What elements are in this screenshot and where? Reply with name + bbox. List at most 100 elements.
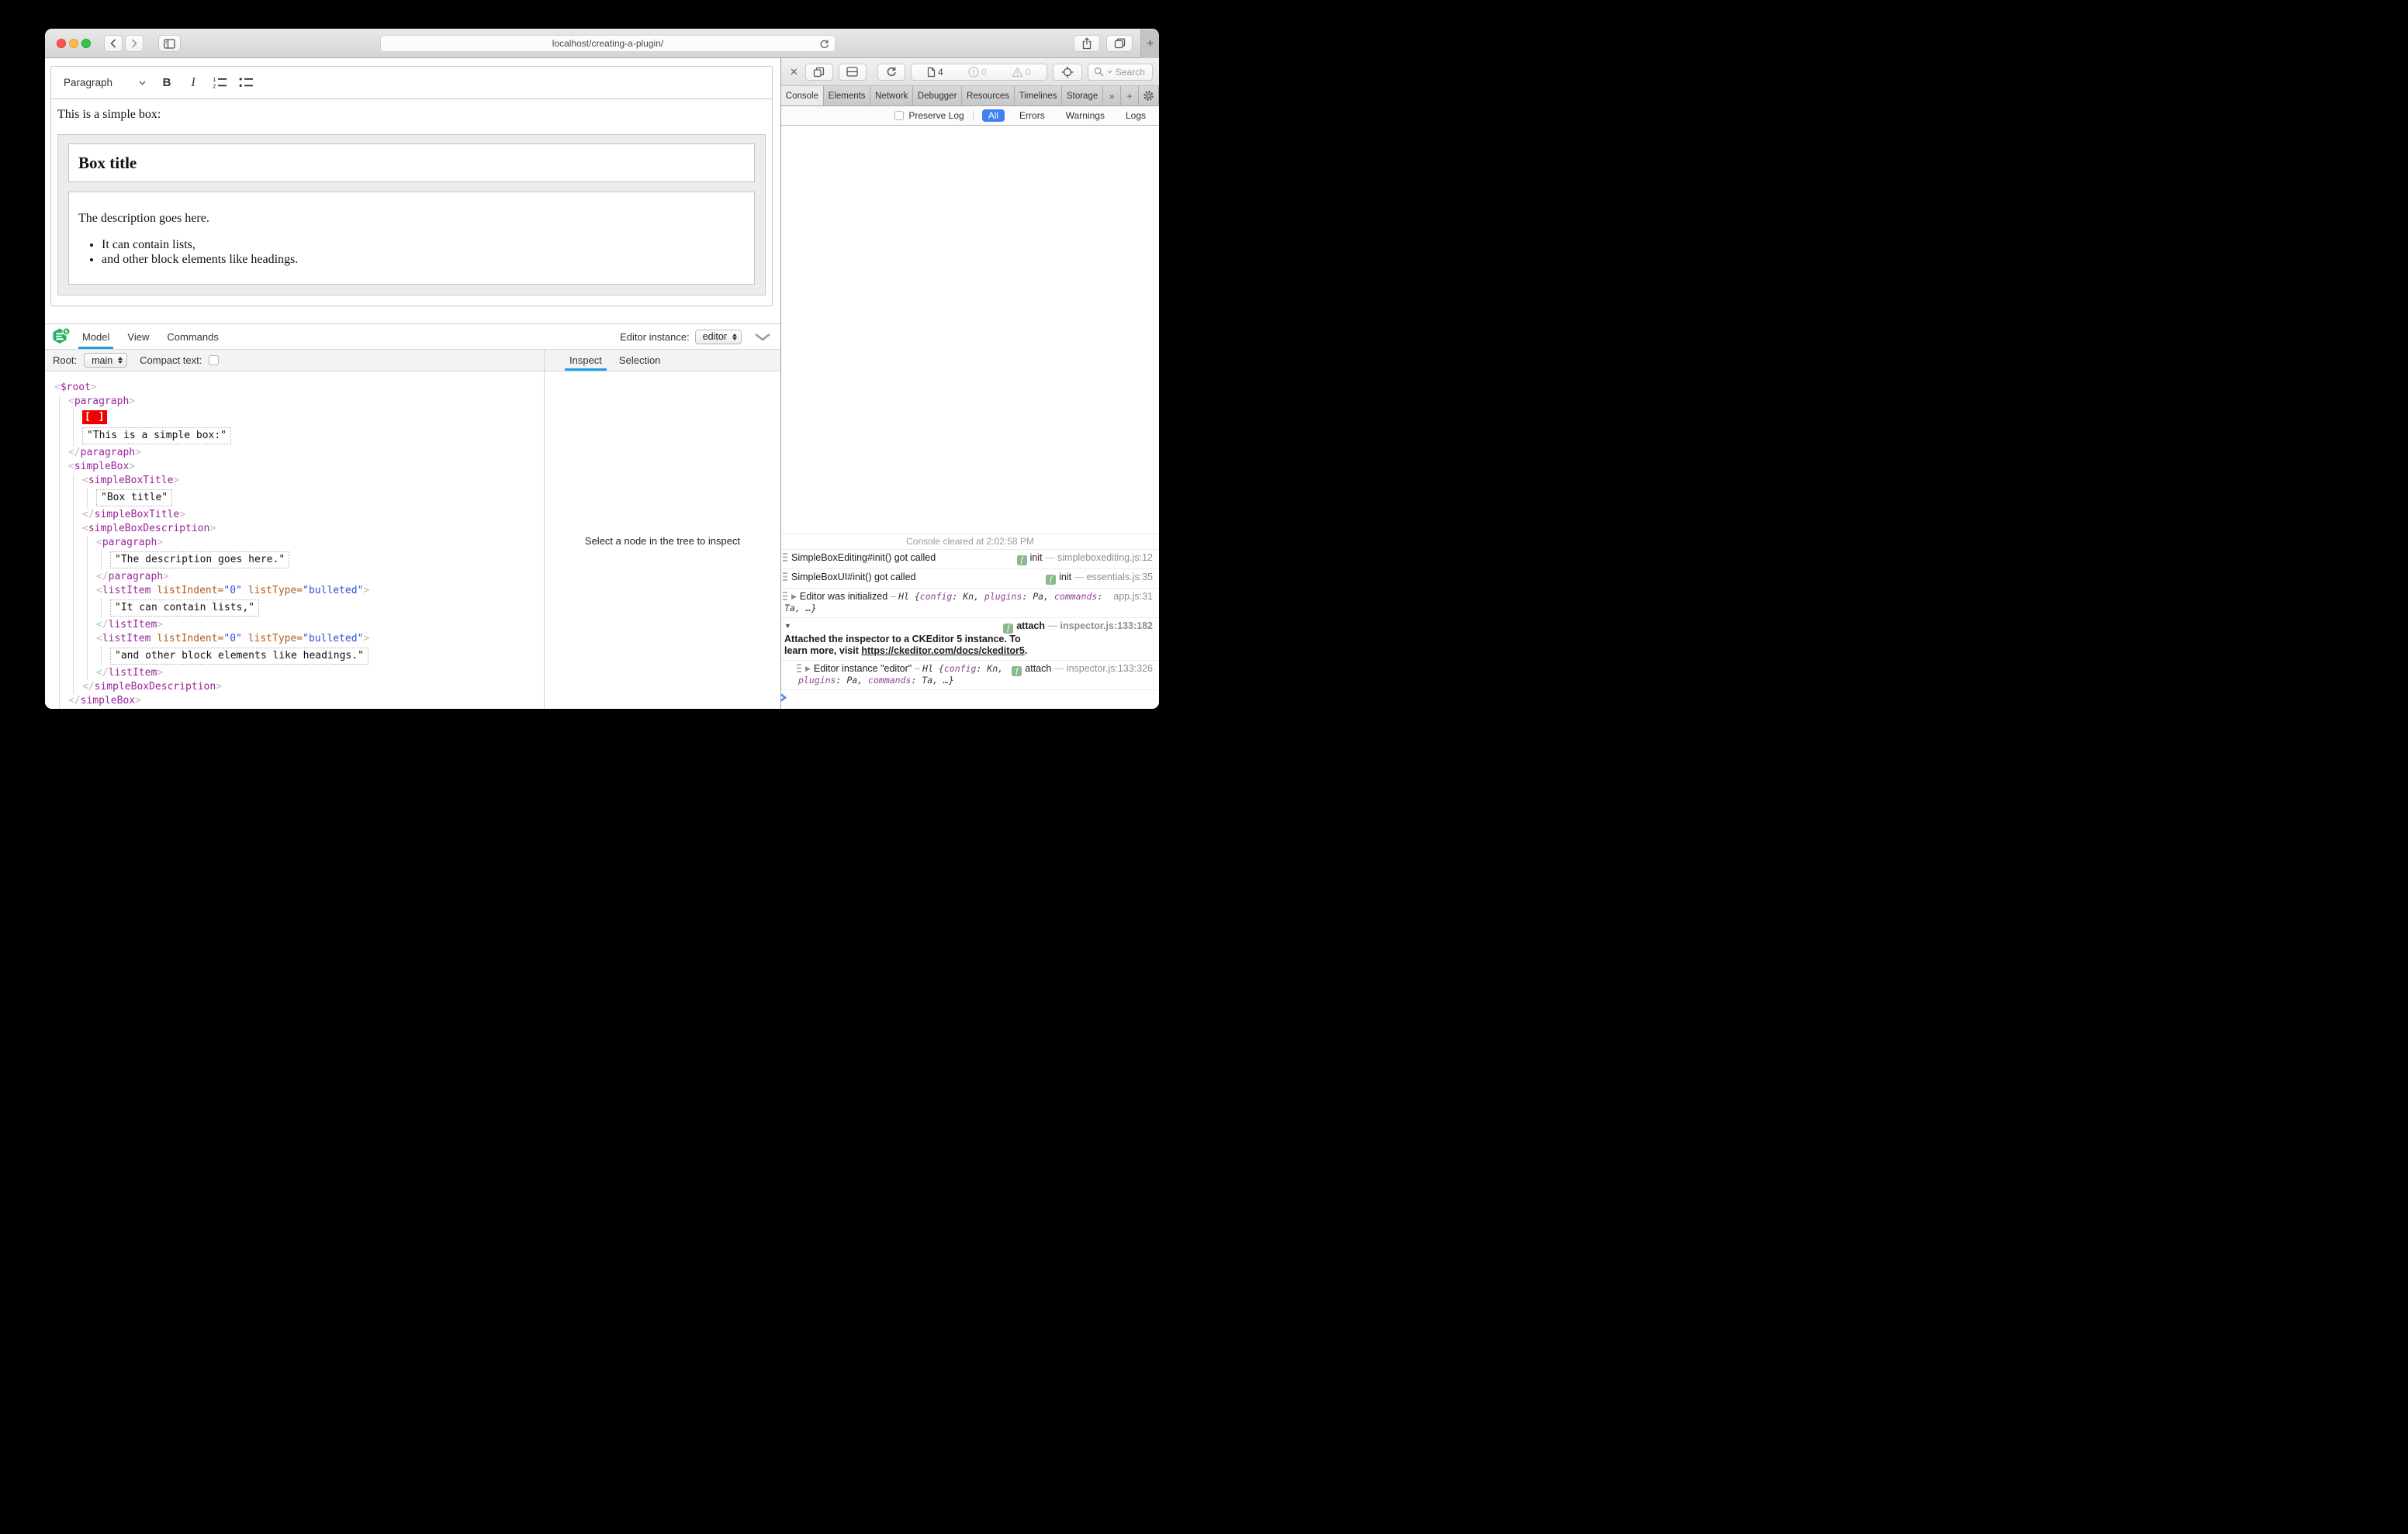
message-source: app.js:31 [1113,591,1153,603]
selection-marker[interactable]: [ ] [82,410,108,424]
element-picker-button[interactable] [1052,63,1082,81]
share-button[interactable] [1074,35,1100,52]
filter-errors[interactable]: Errors [1013,109,1051,122]
tab-timelines[interactable]: Timelines [1014,86,1063,105]
bold-button[interactable]: B [155,71,178,95]
sidebar-toggle-button[interactable] [158,35,181,52]
back-button[interactable] [104,35,123,52]
tree-closing-tag[interactable]: </paragraph> [68,446,544,460]
tree-closing-tag[interactable]: </paragraph> [96,570,544,584]
tree-closing-tag[interactable]: </simpleBoxTitle> [82,508,544,522]
tab-console[interactable]: Console [781,86,824,105]
source-location-link[interactable]: inspector.js:133:182 [1060,620,1153,631]
tab-view[interactable]: View [123,324,153,349]
tab-model[interactable]: Model [78,324,114,349]
tab-overview-button[interactable] [1106,35,1133,52]
tree-text-node[interactable]: "The description goes here." [110,551,290,568]
tab-resources[interactable]: Resources [962,86,1015,105]
console-message[interactable]: f init — essentials.js:35 SimpleBoxUI#init… [781,568,1159,588]
search-input[interactable]: Search [1087,63,1153,81]
simple-box-widget[interactable]: Box title The description goes here. It … [57,134,766,295]
editor-paragraph[interactable]: This is a simple box: [57,107,766,123]
tab-inspect[interactable]: Inspect [565,350,607,371]
source-location-link[interactable]: simpleboxediting.js:12 [1057,552,1153,563]
tree-opening-tag[interactable]: <paragraph> [68,395,544,409]
message-text: Editor was initialized – Hl {config: Kn,… [784,591,1103,613]
paragraph-format-dropdown[interactable]: Paragraph [57,71,152,95]
minimize-window-button[interactable] [69,39,78,48]
list-item[interactable]: It can contain lists, [102,237,745,252]
disclosure-collapsed-icon[interactable]: ▶ [791,593,797,600]
settings-tab-button[interactable] [1139,86,1159,105]
tree-opening-tag[interactable]: <simpleBoxDescription> [82,522,544,536]
tree-text-node[interactable]: "Box title" [96,489,173,506]
console-pane[interactable]: Console cleared at 2:02:58 PM f init — si… [781,126,1159,709]
italic-button[interactable]: I [182,71,205,95]
zoom-window-button[interactable] [81,39,91,48]
tabs-icon [1114,38,1125,49]
close-window-button[interactable] [57,39,66,48]
tree-closing-tag[interactable]: </simpleBox> [68,694,544,708]
preserve-log-checkbox[interactable] [894,111,905,120]
tree-opening-tag[interactable]: <listItem listIndent="0" listType="bulle… [96,632,544,646]
disclosure-expanded-icon[interactable]: ▼ [784,622,791,630]
collapse-inspector-icon[interactable] [754,333,771,341]
tab-debugger[interactable]: Debugger [913,86,963,105]
tab-elements[interactable]: Elements [823,86,871,105]
console-message[interactable]: f attach — inspector.js:133:182 ▼ Attached … [781,617,1159,660]
forward-button[interactable] [125,35,144,52]
url-text: localhost/creating-a-plugin/ [552,38,664,49]
dock-side-button[interactable] [838,63,867,81]
editor-editable-area[interactable]: This is a simple box: Box title The desc… [51,99,772,295]
tree-closing-tag[interactable]: </$root> [54,708,544,709]
tree-opening-tag[interactable]: <simpleBoxTitle> [82,474,544,488]
filter-all[interactable]: All [981,109,1005,122]
source-location-link[interactable]: inspector.js:133:326 [1067,663,1153,674]
console-message[interactable]: app.js:31 ▶ Editor was initialized – Hl {c… [781,588,1159,617]
console-message[interactable]: f attach — inspector.js:133:326 ▶ Editor in… [781,660,1159,689]
activity-summary[interactable]: 4 0 0 [910,63,1047,81]
bulleted-list-button[interactable] [234,71,258,95]
tree-text-node[interactable]: "This is a simple box:" [82,427,232,444]
reload-button[interactable] [819,39,829,52]
function-badge-icon: f [1046,575,1057,585]
tab-storage[interactable]: Storage [1062,86,1104,105]
tree-opening-tag[interactable]: <$root> [54,381,544,395]
disclosure-collapsed-icon[interactable]: ▶ [805,665,811,672]
detach-button[interactable] [804,63,833,81]
simple-box-description[interactable]: The description goes here. It can contai… [68,192,755,285]
tree-text-node[interactable]: "It can contain lists," [110,599,260,617]
simple-box-title[interactable]: Box title [68,143,755,182]
source-location-link[interactable]: app.js:31 [1113,591,1153,602]
source-location-link[interactable]: essentials.js:35 [1087,572,1153,582]
description-paragraph[interactable]: The description goes here. [78,211,745,226]
add-tab-button[interactable]: + [1121,86,1140,105]
console-message[interactable]: f init — simpleboxediting.js:12 SimpleBoxE… [781,549,1159,568]
more-tabs-button[interactable]: » [1103,86,1122,105]
tree-opening-tag[interactable]: <paragraph> [96,536,544,550]
filter-logs[interactable]: Logs [1119,109,1152,122]
compact-text-checkbox[interactable] [209,355,220,365]
tree-closing-tag[interactable]: </simpleBoxDescription> [82,680,544,694]
function-badge-icon: f [1003,624,1014,634]
address-bar[interactable]: localhost/creating-a-plugin/ [380,35,836,52]
tab-network[interactable]: Network [870,86,914,105]
tab-commands[interactable]: Commands [163,324,222,349]
console-prompt[interactable] [781,689,1159,709]
tree-opening-tag[interactable]: <simpleBox> [68,460,544,474]
tab-selection[interactable]: Selection [614,350,665,371]
tree-closing-tag[interactable]: </listItem> [96,618,544,632]
tree-opening-tag[interactable]: <listItem listIndent="0" listType="bulle… [96,584,544,598]
editor-instance-select[interactable]: editor [694,329,742,344]
numbered-list-button[interactable]: 12 [208,71,231,95]
reload-page-button[interactable] [877,63,905,81]
tree-closing-tag[interactable]: </listItem> [96,666,544,680]
filter-warnings[interactable]: Warnings [1060,109,1111,122]
close-devtools-button[interactable]: ✕ [790,66,798,78]
model-tree[interactable]: <$root> <paragraph>[ ] "This is a simple b… [45,371,545,709]
root-select[interactable]: main [84,353,128,368]
console-link[interactable]: https://ckeditor.com/docs/ckeditor5 [861,645,1024,656]
tree-text-node[interactable]: "and other block elements like headings.… [110,648,368,665]
new-tab-button[interactable]: + [1140,29,1159,58]
list-item[interactable]: and other block elements like headings. [102,252,745,267]
